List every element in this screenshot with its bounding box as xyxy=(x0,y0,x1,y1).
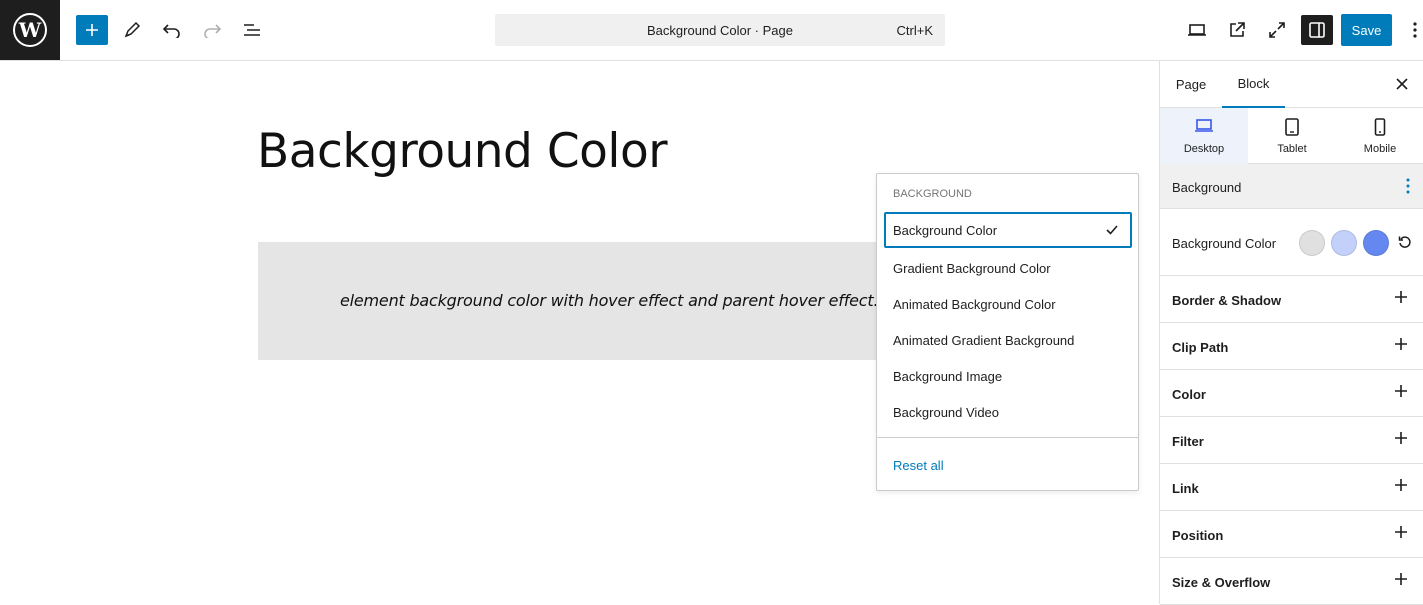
color-swatch-hover[interactable] xyxy=(1331,230,1357,256)
section-link[interactable]: Link xyxy=(1160,464,1423,511)
section-label: Position xyxy=(1172,528,1224,543)
tab-block[interactable]: Block xyxy=(1222,61,1285,108)
document-overview-icon[interactable] xyxy=(236,15,268,45)
device-tablet[interactable]: Tablet xyxy=(1248,108,1336,164)
plus-icon xyxy=(1394,525,1408,544)
settings-sidebar-toggle-icon[interactable] xyxy=(1301,15,1333,45)
paragraph-block[interactable]: element background color with hover effe… xyxy=(340,291,879,310)
device-label: Mobile xyxy=(1363,143,1397,155)
view-page-external-icon[interactable] xyxy=(1221,15,1253,45)
svg-text:W: W xyxy=(18,18,42,42)
device-switcher: Desktop Tablet Mobile xyxy=(1160,108,1423,164)
background-panel-title: Background xyxy=(1172,180,1242,195)
device-mobile[interactable]: Mobile xyxy=(1336,108,1423,164)
background-color-label: Background Color xyxy=(1172,236,1277,251)
reset-icon[interactable] xyxy=(1398,235,1412,254)
menu-item-background-image[interactable]: Background Image xyxy=(884,358,1132,394)
section-label: Link xyxy=(1172,481,1199,496)
plus-icon xyxy=(1394,337,1408,356)
section-position[interactable]: Position xyxy=(1160,511,1423,558)
pencil-icon[interactable] xyxy=(116,15,148,45)
menu-item-label: Animated Background Color xyxy=(893,296,1056,312)
menu-item-label: Background Image xyxy=(893,368,1003,384)
section-label: Border & Shadow xyxy=(1172,293,1282,308)
plus-icon xyxy=(1394,478,1408,497)
redo-icon[interactable] xyxy=(196,15,228,45)
device-label: Desktop xyxy=(1183,143,1225,155)
mobile-icon xyxy=(1336,118,1423,136)
group-block[interactable]: element background color with hover effe… xyxy=(258,242,898,360)
section-label: Clip Path xyxy=(1172,340,1229,355)
tab-page[interactable]: Page xyxy=(1160,61,1222,108)
section-border-shadow[interactable]: Border & Shadow xyxy=(1160,276,1423,323)
menu-item-background-color[interactable]: Background Color xyxy=(884,212,1132,248)
section-label: Color xyxy=(1172,387,1206,402)
section-label: Filter xyxy=(1172,434,1204,449)
device-desktop[interactable]: Desktop xyxy=(1160,108,1248,164)
shortcut-hint: Ctrl+K xyxy=(896,23,933,38)
desktop-icon xyxy=(1160,118,1248,134)
menu-item-label: Background Color xyxy=(893,222,998,238)
color-swatch-normal[interactable] xyxy=(1299,230,1325,256)
menu-item-animated-gradient-background[interactable]: Animated Gradient Background xyxy=(884,322,1132,358)
menu-item-gradient-background-color[interactable]: Gradient Background Color xyxy=(884,250,1132,286)
background-panel-header: Background xyxy=(1160,164,1423,209)
plus-icon xyxy=(1394,431,1408,450)
menu-item-animated-background-color[interactable]: Animated Background Color xyxy=(884,286,1132,322)
menu-item-label: Background Video xyxy=(893,404,1000,420)
color-swatch-parent-hover[interactable] xyxy=(1363,230,1389,256)
background-color-control: Background Color xyxy=(1160,209,1423,276)
save-button[interactable]: Save xyxy=(1341,14,1392,46)
menu-item-label: Gradient Background Color xyxy=(893,260,1051,276)
menu-divider xyxy=(877,437,1138,438)
close-icon[interactable] xyxy=(1392,74,1412,94)
plus-icon xyxy=(1394,572,1408,591)
preview-device-icon[interactable] xyxy=(1181,15,1213,45)
editor-header: W Background Color · Page Ctrl+K Save xyxy=(0,0,1423,61)
plus-icon xyxy=(1394,290,1408,309)
background-options-icon[interactable] xyxy=(1406,178,1410,199)
device-label: Tablet xyxy=(1277,143,1307,155)
background-options-menu: BACKGROUND Background Color Gradient Bac… xyxy=(876,173,1139,491)
page-title[interactable]: Background Color xyxy=(257,124,668,179)
tablet-icon xyxy=(1248,118,1336,136)
document-title: Background Color · Page xyxy=(647,23,793,38)
section-color[interactable]: Color xyxy=(1160,370,1423,417)
menu-item-label: Animated Gradient Background xyxy=(893,332,1075,348)
options-menu-icon[interactable] xyxy=(1406,15,1423,45)
section-filter[interactable]: Filter xyxy=(1160,417,1423,464)
undo-icon[interactable] xyxy=(156,15,188,45)
menu-heading: BACKGROUND xyxy=(893,188,972,200)
section-size-overflow[interactable]: Size & Overflow xyxy=(1160,558,1423,605)
section-clip-path[interactable]: Clip Path xyxy=(1160,323,1423,370)
reset-all-button[interactable]: Reset all xyxy=(893,458,944,473)
section-label: Size & Overflow xyxy=(1172,575,1271,590)
settings-sidebar: Page Block Desktop Tablet Mobile Backgro… xyxy=(1159,61,1423,605)
command-palette-bar[interactable]: Background Color · Page Ctrl+K xyxy=(495,14,945,46)
fullscreen-icon[interactable] xyxy=(1261,15,1293,45)
check-icon xyxy=(1105,223,1119,240)
sidebar-tabs: Page Block xyxy=(1160,61,1423,108)
plus-icon xyxy=(1394,384,1408,403)
add-block-icon[interactable] xyxy=(76,15,108,45)
wordpress-logo-icon[interactable]: W xyxy=(0,0,60,60)
menu-item-background-video[interactable]: Background Video xyxy=(884,394,1132,430)
